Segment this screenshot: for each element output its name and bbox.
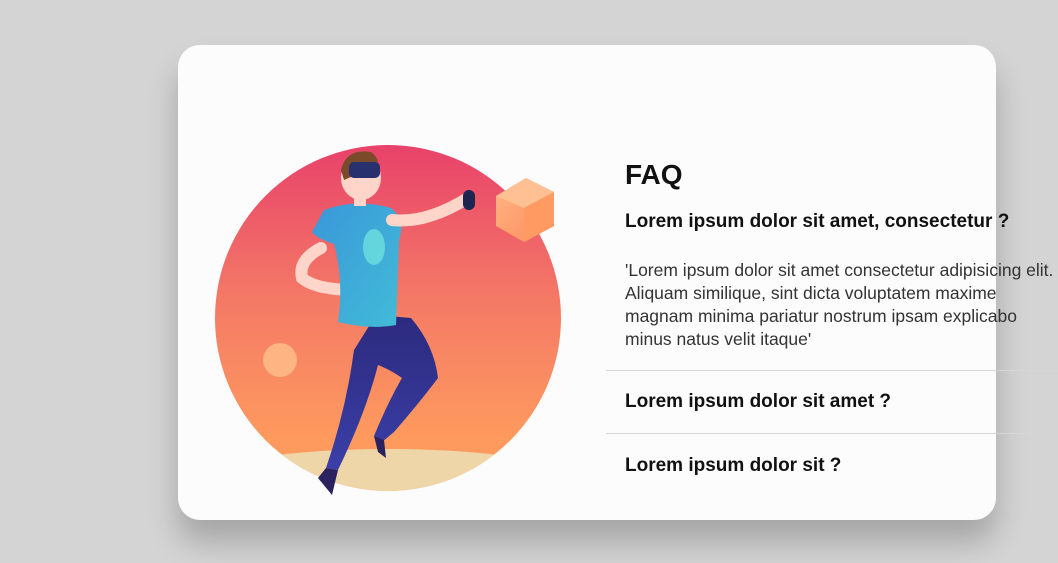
faq-question-text: Lorem ipsum dolor sit ? xyxy=(625,455,842,476)
faq-question-text: Lorem ipsum dolor sit amet, consectetur … xyxy=(625,211,1010,232)
faq-title: FAQ xyxy=(625,159,683,190)
faq-question-text: Lorem ipsum dolor sit amet ? xyxy=(625,391,892,412)
faq-item: Lorem ipsum dolor sit ? xyxy=(606,434,1058,498)
faq-question-toggle[interactable]: Lorem ipsum dolor sit ? xyxy=(606,434,1058,498)
faq-answer-text: 'Lorem ipsum dolor sit amet consectetur … xyxy=(625,260,1054,349)
vr-person-illustration xyxy=(215,145,561,495)
faq-question-toggle[interactable]: Lorem ipsum dolor sit amet ? xyxy=(606,371,1058,433)
orb xyxy=(263,343,297,377)
faq-item: Lorem ipsum dolor sit amet ? xyxy=(606,371,1058,434)
faq-item: Lorem ipsum dolor sit amet, consectetur … xyxy=(606,199,1058,371)
faq-question-toggle[interactable]: Lorem ipsum dolor sit amet, consectetur … xyxy=(606,199,1058,245)
faq-card: FAQ Lorem ipsum dolor sit amet, consecte… xyxy=(178,45,1058,520)
faq-section: FAQ Lorem ipsum dolor sit amet, consecte… xyxy=(606,153,1058,498)
